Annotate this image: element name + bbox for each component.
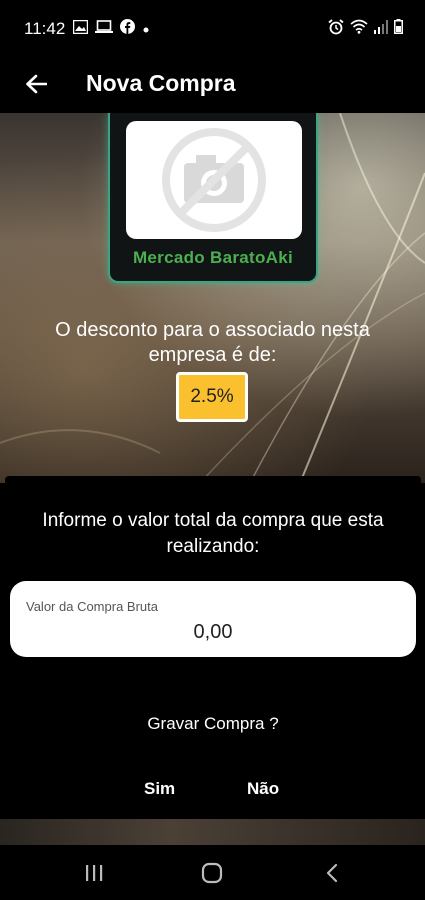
arrow-left-icon: [26, 74, 47, 94]
status-time: 11:42: [24, 19, 66, 38]
status-left: 11:42: [24, 19, 328, 39]
yes-button[interactable]: Sim: [144, 779, 175, 799]
page-title: Nova Compra: [86, 70, 236, 96]
back-icon: [326, 863, 338, 883]
no-button[interactable]: Não: [247, 779, 279, 799]
system-nav-bar: [0, 845, 425, 900]
purchase-value-label: Valor da Compra Bruta: [26, 599, 158, 614]
battery-icon: [394, 19, 403, 39]
recent-apps-button[interactable]: [74, 859, 114, 887]
dialog-prompt: Informe o valor total da compra que esta…: [42, 510, 384, 557]
facebook-icon: [120, 19, 136, 39]
dot-icon: [142, 19, 150, 39]
status-bar: 11:42: [0, 0, 425, 58]
status-right-icons: [328, 18, 403, 40]
signal-icon: [374, 19, 388, 39]
merchant-card[interactable]: Mercado BaratoAki: [108, 113, 318, 283]
purchase-dialog: Informe o valor total da compra que esta…: [5, 476, 421, 819]
wifi-icon: [350, 19, 368, 39]
status-left-icons: [73, 19, 150, 39]
recent-apps-icon: [86, 865, 103, 881]
purchase-value-field[interactable]: Valor da Compra Bruta 0,00: [10, 581, 416, 657]
alarm-icon: [328, 18, 344, 40]
image-icon: [73, 19, 89, 39]
home-icon: [201, 862, 223, 884]
discount-value-badge: 2.5%: [176, 372, 248, 422]
save-purchase-question: Gravar Compra ?: [147, 714, 279, 733]
merchant-logo: [126, 121, 302, 239]
no-camera-icon: [162, 128, 266, 232]
back-button[interactable]: [20, 68, 52, 100]
app-bar: Nova Compra: [0, 58, 425, 113]
laptop-icon: [95, 19, 114, 39]
hero-background: Mercado BaratoAki O desconto para o asso…: [0, 113, 425, 483]
discount-description: O desconto para o associado nesta empres…: [55, 319, 370, 366]
background-strip: [0, 819, 425, 845]
merchant-name: Mercado BaratoAki: [132, 248, 294, 267]
purchase-value-input[interactable]: 0,00: [10, 621, 416, 644]
home-button[interactable]: [192, 859, 232, 887]
nav-back-button[interactable]: [312, 859, 352, 887]
